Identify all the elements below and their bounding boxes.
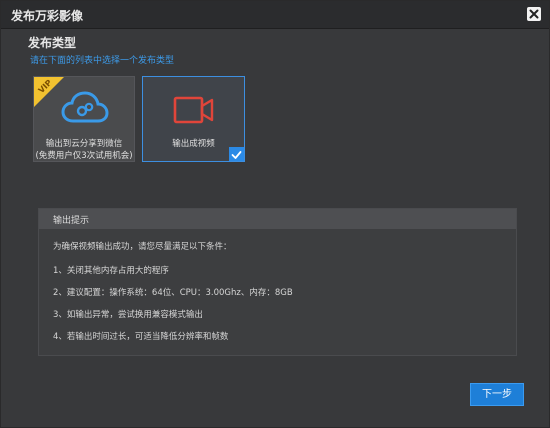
tip-item-4: 4、若输出时间过长，可适当降低分辨率和帧数 <box>53 332 229 342</box>
tips-header: 输出提示 <box>39 209 516 229</box>
tip-item-3: 3、如输出异常，尝试换用兼容模式输出 <box>53 310 203 320</box>
cloud-icon <box>61 91 109 123</box>
window-title: 发布万彩影像 <box>11 9 84 23</box>
tip-item-2: 2、建议配置：操作系统：64位、CPU：3.00Ghz、内存：8GB <box>53 288 293 298</box>
next-step-button[interactable]: 下一步 <box>470 383 524 406</box>
option-cloud-label: 输出到云分享到微信 <box>45 139 123 149</box>
section-subtitle: 请在下面的列表中选择一个发布类型 <box>30 56 175 66</box>
selected-check-icon <box>229 147 244 161</box>
option-video-output[interactable]: 输出成视频 <box>142 76 245 162</box>
title-bar: 发布万彩影像 <box>1 1 549 29</box>
video-camera-icon <box>173 96 214 124</box>
option-cloud-note: (免费用户仅3次试用机会) <box>35 151 133 161</box>
option-cloud-share[interactable]: VIP 输出到云分享到微信 (免费用户仅3次试用机会) <box>33 76 135 162</box>
close-button[interactable] <box>527 7 541 21</box>
close-icon <box>529 9 539 19</box>
tips-header-label: 输出提示 <box>53 216 90 226</box>
section-heading: 发布类型 <box>28 36 77 50</box>
output-tips-panel: 输出提示 为确保视频输出成功，请您尽量满足以下条件： 1、关闭其他内存占用大的程… <box>38 208 517 356</box>
tip-item-1: 1、关闭其他内存占用大的程序 <box>53 266 169 276</box>
publish-dialog: 发布万彩影像 发布类型 请在下面的列表中选择一个发布类型 VIP 输出到云分享到… <box>0 0 550 428</box>
tip-intro: 为确保视频输出成功，请您尽量满足以下条件： <box>53 242 232 252</box>
